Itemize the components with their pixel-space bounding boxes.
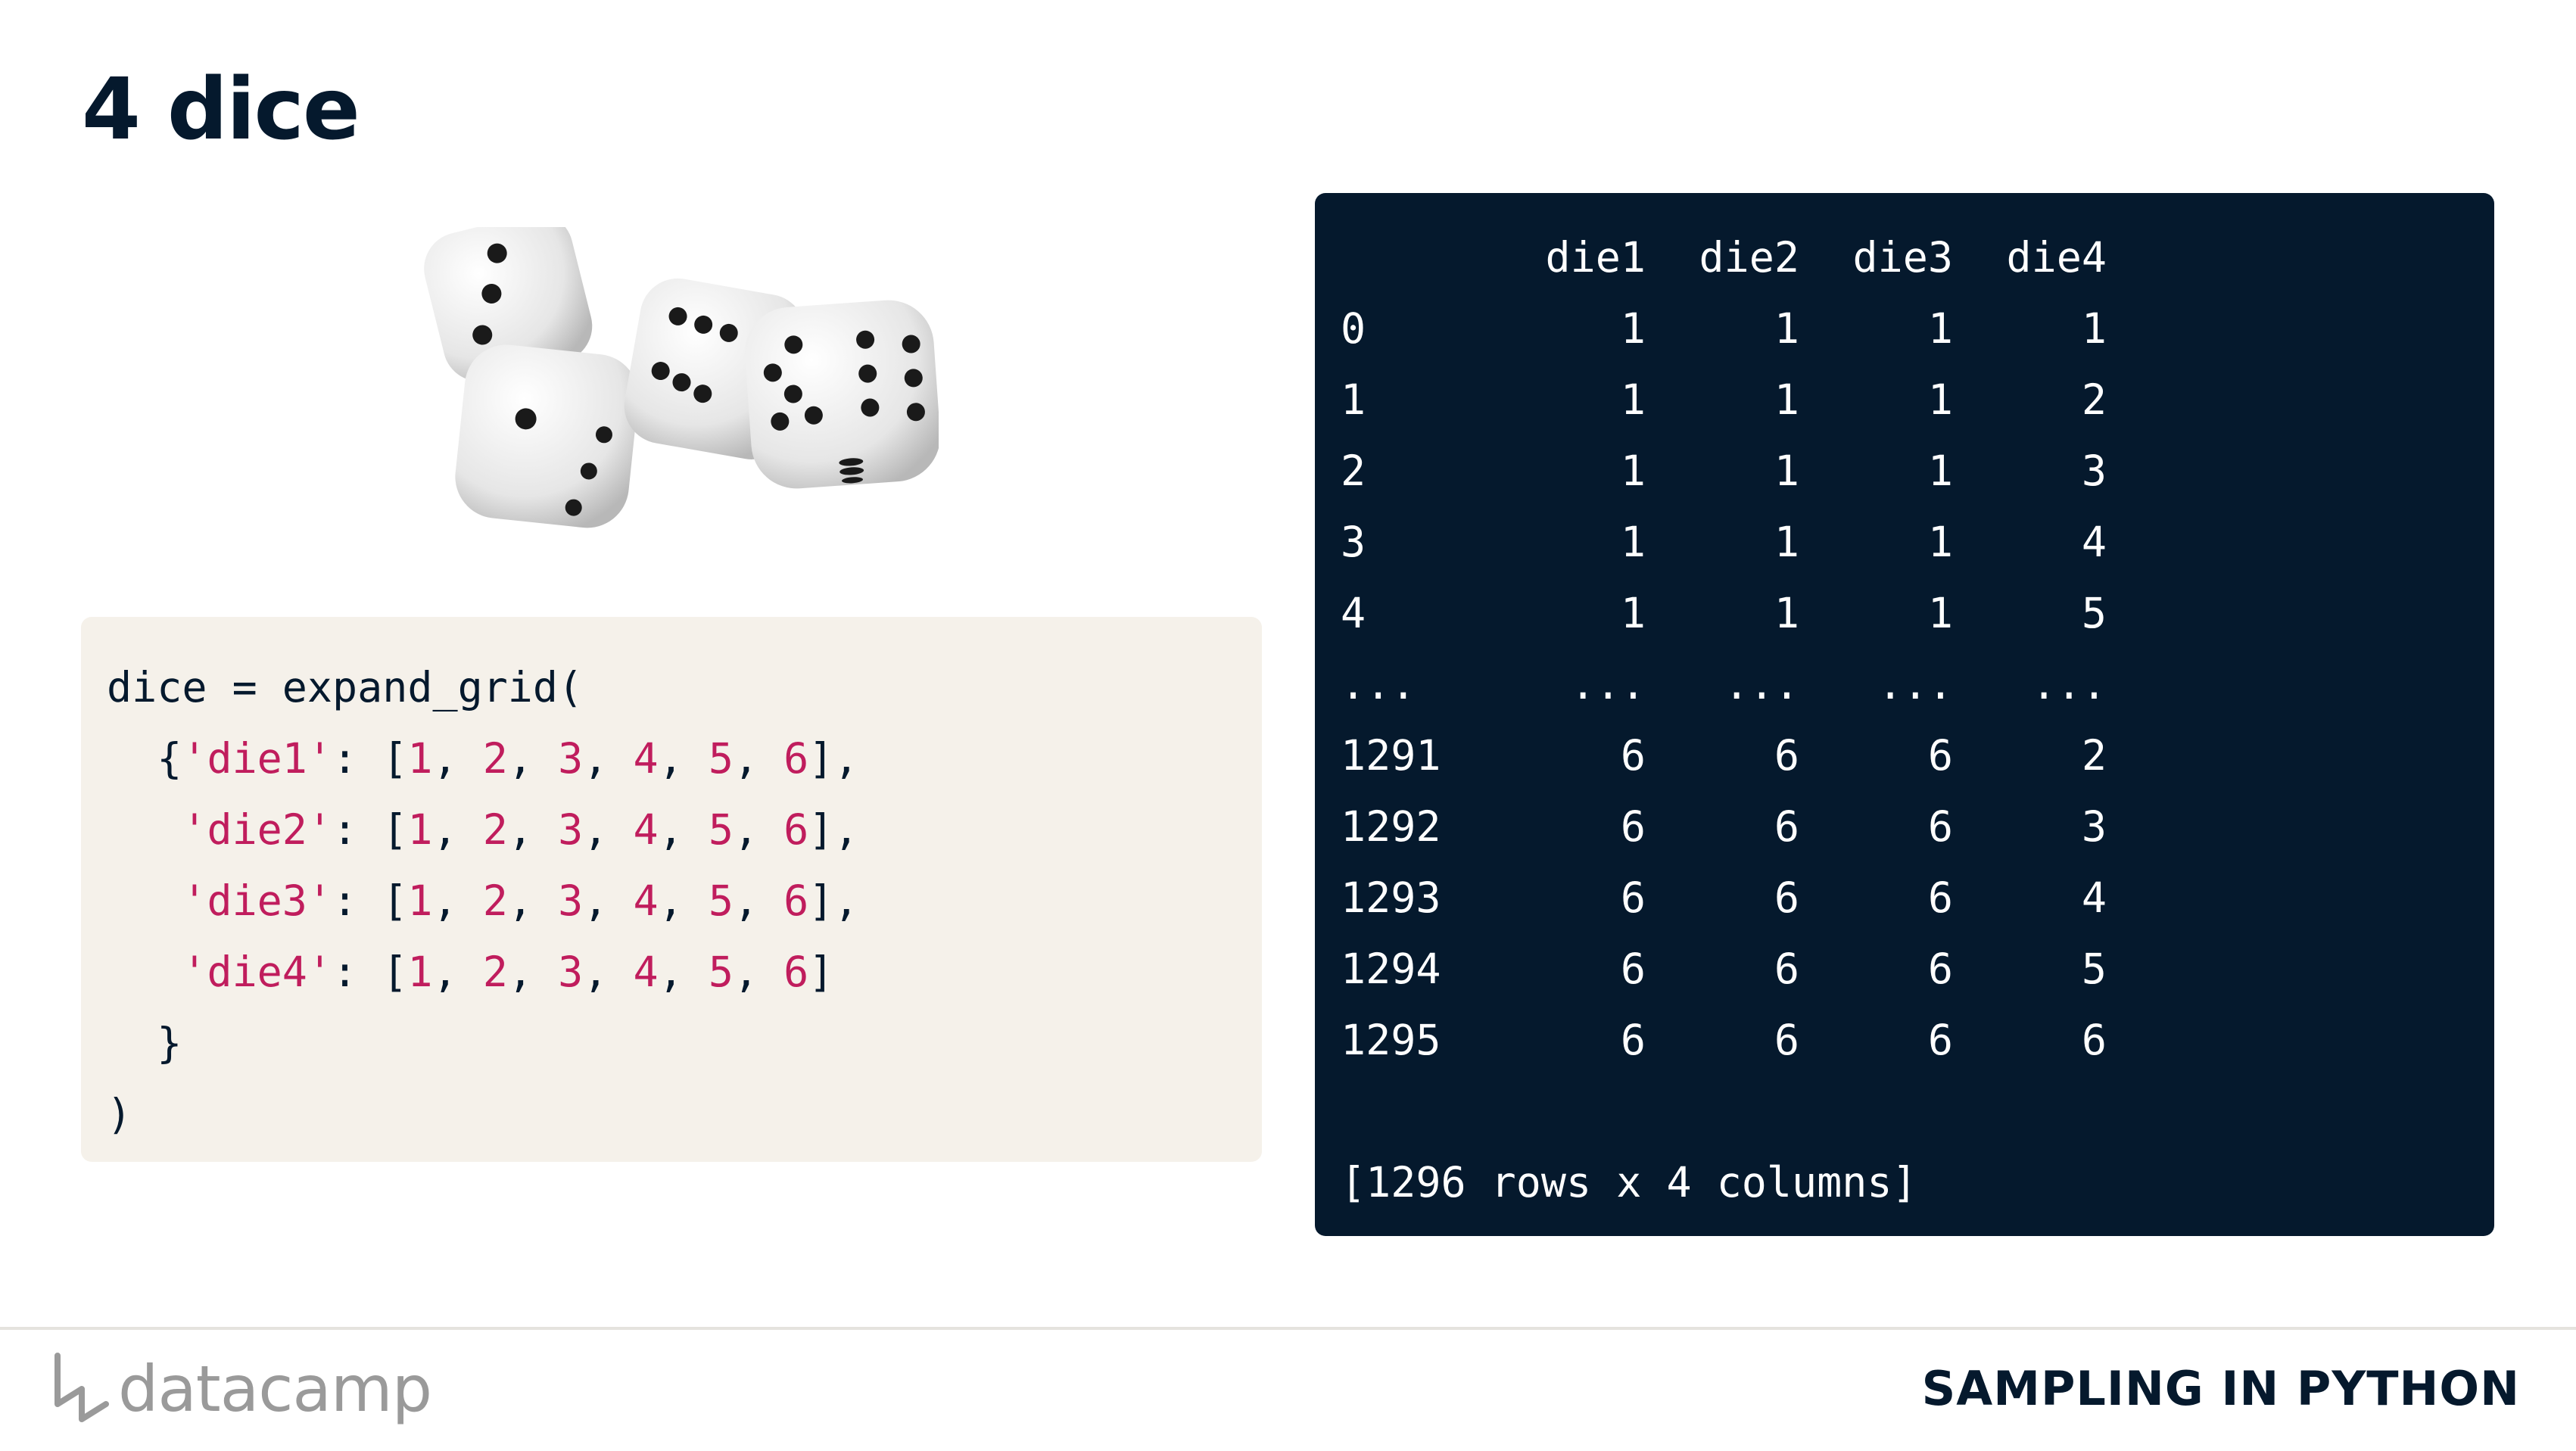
table-cell: 1 [2081,304,2107,353]
table-cell: 1 [1620,447,1646,495]
datacamp-logo: datacamp [51,1347,432,1431]
output-rows: 0 1 1 1 1 1 1 1 1 2 2 1 1 1 3 3 1 1 1 4 4 1 1 1 5...............… [1341,293,2494,1076]
table-row: 1293 6 6 6 4 [1341,862,2494,933]
row-index: 0 [1341,304,1366,353]
table-cell: 2 [2081,375,2107,424]
table-cell: 1 [1620,518,1646,566]
course-name: SAMPLING IN PYTHON [1921,1361,2520,1416]
table-cell: 1 [1927,589,1953,637]
table-cell: 6 [1927,1016,1953,1064]
table-cell: 6 [1927,802,1953,851]
table-cell: ... [1724,660,1799,708]
table-row: 0 1 1 1 1 [1341,293,2494,364]
code-line: dice = expand_grid( [107,663,584,711]
code-line: } [157,1019,182,1067]
table-cell: 1 [1774,375,1799,424]
table-cell: 6 [1774,945,1799,993]
table-cell: 1 [1774,518,1799,566]
die-icon [455,344,639,528]
column-header: die1 [1545,233,1646,282]
row-index: 1293 [1341,873,1441,922]
brand-name: datacamp [118,1352,432,1426]
die-icon [745,300,939,489]
table-row: 1292 6 6 6 3 [1341,791,2494,862]
table-cell: 6 [1927,873,1953,922]
row-index: 1 [1341,375,1366,424]
table-cell: ... [2031,660,2107,708]
column-header: die3 [1852,233,1953,282]
table-row: ............... [1341,649,2494,720]
table-cell: 1 [1620,304,1646,353]
table-cell: 6 [1927,945,1953,993]
code-line: ) [107,1090,132,1138]
code-line: {'die1': [1, 2, 3, 4, 5, 6], [107,734,859,783]
table-cell: 1 [1927,304,1953,353]
table-cell: 3 [2081,802,2107,851]
table-cell: 6 [1620,873,1646,922]
code-block: dice = expand_grid( {'die1': [1, 2, 3, 4… [81,617,1262,1162]
table-cell: 6 [1774,1016,1799,1064]
table-cell: 6 [1620,1016,1646,1064]
column-header: die2 [1699,233,1799,282]
row-index: ... [1341,660,1416,708]
row-index: 1291 [1341,731,1441,780]
table-cell: 6 [1620,731,1646,780]
table-cell: 3 [2081,447,2107,495]
code-line: 'die3': [1, 2, 3, 4, 5, 6], [182,877,859,925]
table-cell: 6 [1774,802,1799,851]
table-cell: ... [1877,660,1953,708]
table-row: 3 1 1 1 4 [1341,506,2494,578]
row-index: 2 [1341,447,1366,495]
table-cell: 1 [1620,589,1646,637]
table-cell: 1 [1927,518,1953,566]
table-row: 2 1 1 1 3 [1341,435,2494,506]
table-cell: 6 [1927,731,1953,780]
row-index: 4 [1341,589,1366,637]
table-cell: 6 [1774,731,1799,780]
table-row: 4 1 1 1 5 [1341,578,2494,649]
table-row: 1295 6 6 6 6 [1341,1004,2494,1076]
table-cell: 6 [1620,802,1646,851]
code-line: 'die2': [1, 2, 3, 4, 5, 6], [182,805,859,854]
code-line: 'die4': [1, 2, 3, 4, 5, 6] [182,948,834,996]
four-dice-image [424,227,939,528]
table-row: 1291 6 6 6 2 [1341,720,2494,791]
table-cell: 1 [1774,304,1799,353]
datacamp-logo-icon [55,1353,109,1422]
output-block: die1 die2 die3 die4 01111111122111331114411… [1315,193,2494,1236]
output-summary: [1296 rows x 4 columns] [1341,1158,1917,1207]
slide-title: 4 dice [82,61,360,159]
table-cell: 4 [2081,873,2107,922]
row-index: 1295 [1341,1016,1441,1064]
row-index: 3 [1341,518,1366,566]
table-cell: 2 [2081,731,2107,780]
table-cell: ... [1570,660,1646,708]
row-index: 1292 [1341,802,1441,851]
table-cell: 1 [1927,447,1953,495]
table-cell: 1 [1620,375,1646,424]
table-cell: 6 [1620,945,1646,993]
table-cell: 1 [1774,447,1799,495]
table-cell: 5 [2081,945,2107,993]
row-index: 1294 [1341,945,1441,993]
output-header-row: die1 die2 die3 die4 [1341,222,2494,293]
table-cell: 6 [1774,873,1799,922]
table-cell: 6 [2081,1016,2107,1064]
column-header: die4 [2006,233,2107,282]
table-cell: 4 [2081,518,2107,566]
table-row: 1 1 1 1 2 [1341,364,2494,435]
table-cell: 1 [1774,589,1799,637]
table-cell: 1 [1927,375,1953,424]
table-row: 1294 6 6 6 5 [1341,933,2494,1004]
table-cell: 5 [2081,589,2107,637]
footer-divider [0,1327,2576,1330]
